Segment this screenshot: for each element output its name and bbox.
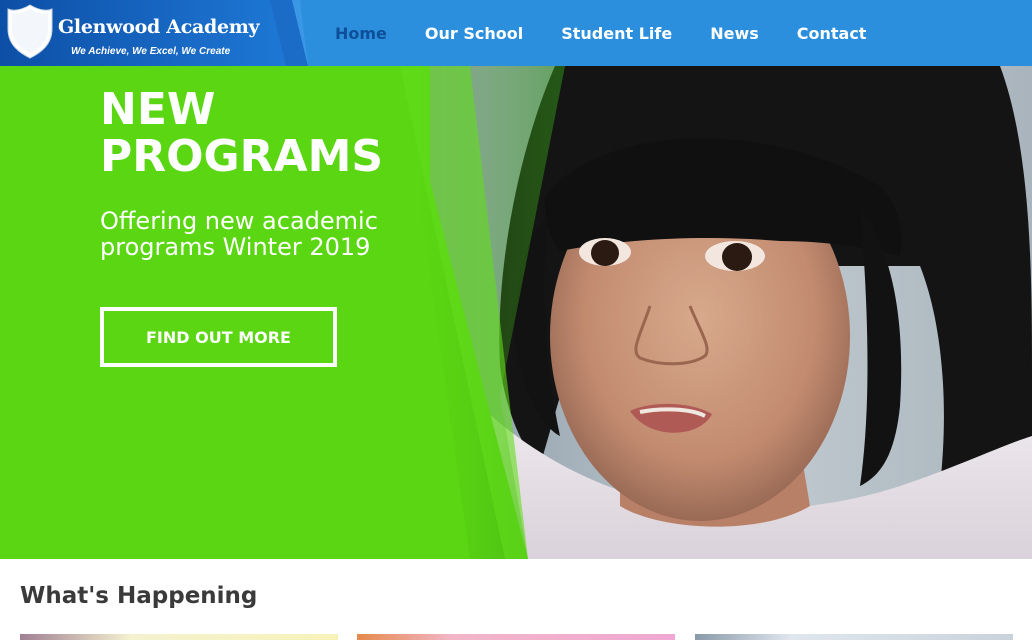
nav-item-contact[interactable]: Contact — [778, 24, 886, 43]
hero-banner: NEW PROGRAMS Offering new academic progr… — [0, 66, 1032, 559]
brand-name: Glenwood Academy — [58, 16, 260, 38]
nav-item-our-school[interactable]: Our School — [406, 24, 542, 43]
shield-icon — [7, 4, 53, 59]
section-title: What's Happening — [20, 583, 258, 609]
hero-subtitle: Offering new academic programs Winter 20… — [100, 207, 378, 261]
nav-item-student-life[interactable]: Student Life — [542, 24, 691, 43]
logo[interactable]: Glenwood Academy We Achieve, We Excel, W… — [0, 0, 308, 66]
news-card-image[interactable] — [20, 634, 338, 640]
hero-title: NEW PROGRAMS — [100, 84, 384, 182]
nav-item-home[interactable]: Home — [316, 24, 406, 43]
brand-tagline: We Achieve, We Excel, We Create — [71, 46, 231, 57]
nav-item-news[interactable]: News — [691, 24, 778, 43]
find-out-more-button[interactable]: FIND OUT MORE — [100, 307, 337, 367]
site-header: Glenwood Academy We Achieve, We Excel, W… — [0, 0, 1032, 66]
main-nav: Home Our School Student Life News Contac… — [316, 0, 885, 66]
news-card-image[interactable] — [357, 634, 675, 640]
news-card-image[interactable] — [695, 634, 1013, 640]
